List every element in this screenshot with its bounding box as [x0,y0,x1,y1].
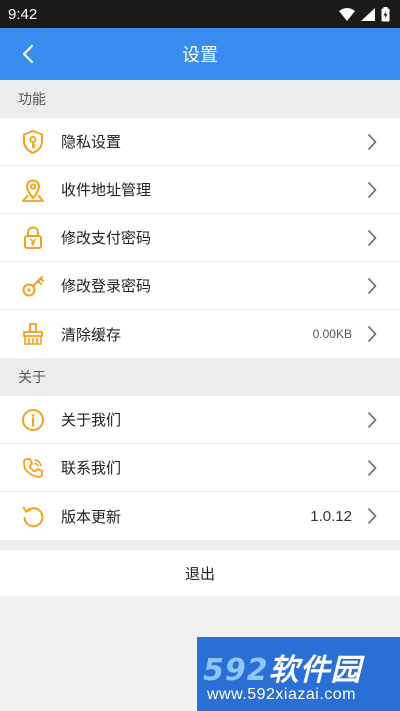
about-us-row[interactable]: 关于我们 [0,396,400,444]
address-management-row[interactable]: 收件地址管理 [0,166,400,214]
chevron-right-icon [364,324,380,344]
watermark-url: www.592xiazai.com [207,686,356,703]
version-number: 1.0.12 [310,507,352,525]
battery-icon [381,6,390,21]
phone-icon [19,454,47,482]
chevron-right-icon [364,228,380,248]
logout-button[interactable]: 退出 [0,550,400,596]
status-time: 9:42 [8,5,38,23]
change-login-password-label: 修改登录密码 [61,277,152,295]
shield-key-icon [19,128,47,156]
contact-us-row[interactable]: 联系我们 [0,444,400,492]
info-icon [19,406,47,434]
watermark: 592软件园 www.592xiazai.com [197,637,400,711]
section-header-about: 关于 [0,358,400,396]
about-list: 关于我们 联系我们 版本更新 1.0.12 [0,396,400,540]
lock-yen-icon [19,224,47,252]
status-icons [339,6,390,22]
change-login-password-row[interactable]: 修改登录密码 [0,262,400,310]
chevron-right-icon [364,506,380,526]
page-title: 设置 [182,45,218,66]
section-header-functions: 功能 [0,80,400,118]
status-bar: 9:42 [0,0,400,28]
chevron-right-icon [364,180,380,200]
signal-icon [361,7,375,21]
chevron-right-icon [364,276,380,296]
functions-list: 隐私设置 收件地址管理 修改支付密码 修改登录密码 清除缓存 0.00KB [0,118,400,358]
cache-size-value: 0.00KB [312,327,352,341]
divider [0,540,400,550]
title-bar: 设置 [0,28,400,80]
privacy-settings-row[interactable]: 隐私设置 [0,118,400,166]
version-update-label: 版本更新 [61,507,122,526]
address-management-label: 收件地址管理 [61,181,152,199]
back-button[interactable] [10,36,46,72]
refresh-icon [19,502,47,530]
wifi-icon [339,7,355,21]
broom-icon [19,320,47,348]
clear-cache-label: 清除缓存 [61,325,122,344]
version-update-row[interactable]: 版本更新 1.0.12 [0,492,400,540]
chevron-right-icon [364,410,380,430]
chevron-left-icon [22,44,34,64]
about-us-label: 关于我们 [61,411,122,429]
contact-us-label: 联系我们 [61,459,122,477]
change-payment-password-label: 修改支付密码 [61,229,152,247]
watermark-brand: 592软件园 [203,653,362,688]
privacy-settings-label: 隐私设置 [61,133,122,151]
map-pin-icon [19,176,47,204]
chevron-right-icon [364,458,380,478]
key-icon [19,272,47,300]
clear-cache-row[interactable]: 清除缓存 0.00KB [0,310,400,358]
chevron-right-icon [364,132,380,152]
change-payment-password-row[interactable]: 修改支付密码 [0,214,400,262]
